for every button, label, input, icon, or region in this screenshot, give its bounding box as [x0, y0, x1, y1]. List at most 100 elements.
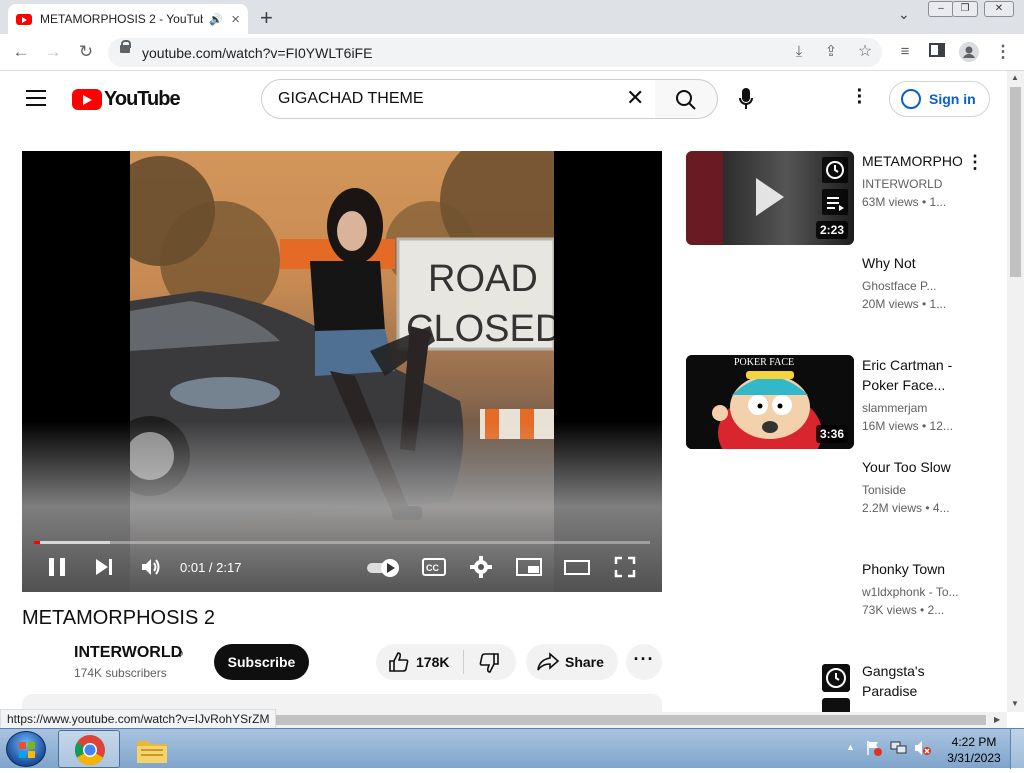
related-meta: 63M views • 1...: [862, 195, 947, 209]
action-center-flag-icon[interactable]: [866, 740, 882, 756]
sign-in-button[interactable]: Sign in: [889, 81, 990, 117]
pause-icon[interactable]: [48, 556, 66, 583]
show-desktop-button[interactable]: [1010, 729, 1024, 769]
related-title[interactable]: METAMORPHOSIS: [862, 151, 962, 171]
related-thumbnail-1[interactable]: 2:23: [686, 151, 854, 245]
chrome-menu-icon[interactable]: ⋮: [992, 42, 1014, 62]
related-channel[interactable]: INTERWORLD: [862, 177, 942, 191]
taskbar-clock[interactable]: 4:22 PM 3/31/2023: [943, 734, 1005, 766]
vertical-scroll-thumb[interactable]: [1010, 87, 1021, 277]
folder-icon: [137, 741, 167, 763]
youtube-favicon-icon: [16, 13, 32, 25]
windows-taskbar: ▲ 4:22 PM 3/31/2023: [0, 728, 1024, 769]
next-icon[interactable]: [94, 556, 114, 583]
music-note-icon: ♪: [178, 646, 184, 660]
add-to-queue-icon[interactable]: [822, 189, 848, 215]
video-duration: 2:23: [815, 221, 848, 239]
share-page-icon[interactable]: ⇪: [820, 42, 842, 62]
browser-tab[interactable]: METAMORPHOSIS 2 - YouTube 🔊 ×: [8, 4, 248, 34]
related-title[interactable]: Phonky Town: [862, 559, 962, 579]
time-display: 0:01 / 2:17: [180, 560, 242, 575]
autoplay-toggle[interactable]: [366, 558, 400, 583]
taskbar-chrome-button[interactable]: [58, 730, 120, 768]
subscribe-button[interactable]: Subscribe: [214, 644, 309, 680]
scroll-right-arrow-icon[interactable]: ▶: [994, 715, 1000, 724]
address-bar[interactable]: youtube.com/watch?v=FI0YWLT6iFE ⤓ ⇪ ☆: [108, 38, 882, 67]
miniplayer-icon[interactable]: [516, 556, 542, 583]
bookmark-star-icon[interactable]: ☆: [854, 42, 876, 62]
watch-later-clock-icon[interactable]: [822, 664, 850, 692]
like-count[interactable]: 178K: [416, 654, 449, 670]
forward-arrow-icon[interactable]: →: [42, 42, 64, 62]
search-icon: [676, 90, 696, 110]
tab-search-chevron-icon[interactable]: ⌄: [898, 6, 910, 23]
search-query-text[interactable]: GIGACHAD THEME: [278, 90, 424, 108]
url-text[interactable]: youtube.com/watch?v=FI0YWLT6iFE: [142, 45, 372, 61]
more-actions-icon[interactable]: ···: [626, 644, 662, 680]
watch-later-clock-icon[interactable]: [822, 157, 848, 183]
play-icon: [756, 178, 784, 216]
clock-time: 4:22 PM: [951, 735, 997, 749]
network-icon[interactable]: [890, 740, 908, 756]
clock-date: 3/31/2023: [947, 751, 1001, 765]
like-divider: [463, 650, 464, 674]
captions-icon[interactable]: CC: [422, 558, 446, 581]
new-tab-button[interactable]: +: [260, 5, 273, 31]
browser-toolbar: ← → ↻ youtube.com/watch?v=FI0YWLT6iFE ⤓ …: [0, 34, 1024, 71]
share-button[interactable]: Share: [526, 644, 618, 680]
related-thumbnail-3[interactable]: POKER FACE 3:36: [686, 355, 854, 449]
channel-name[interactable]: INTERWORLD: [74, 644, 182, 662]
related-channel[interactable]: Ghostface P...: [862, 279, 937, 293]
windows-logo-icon: [19, 742, 35, 758]
search-input[interactable]: GIGACHAD THEME: [261, 79, 656, 119]
clear-search-icon[interactable]: ✕: [626, 86, 644, 110]
taskbar-explorer-button[interactable]: [124, 730, 180, 768]
tray-expand-icon[interactable]: ▲: [846, 742, 855, 752]
volume-muted-icon[interactable]: [914, 740, 932, 756]
close-tab-button[interactable]: ×: [231, 11, 240, 28]
related-channel[interactable]: Toniside: [862, 483, 906, 497]
hamburger-menu-icon[interactable]: [26, 90, 46, 111]
related-title[interactable]: Why Not: [862, 253, 962, 273]
reload-icon[interactable]: ↻: [75, 42, 97, 62]
media-control-icon[interactable]: ≡: [894, 42, 916, 62]
search-button[interactable]: [655, 79, 718, 119]
lock-icon[interactable]: [120, 40, 131, 53]
install-icon[interactable]: ⤓: [788, 42, 810, 62]
thumbs-up-icon[interactable]: [388, 651, 410, 678]
related-title[interactable]: Eric Cartman - Poker Face...: [862, 355, 962, 395]
scroll-down-arrow-icon[interactable]: ▼: [1011, 699, 1019, 708]
theater-mode-icon[interactable]: [564, 556, 590, 583]
back-arrow-icon[interactable]: ←: [10, 42, 32, 62]
scroll-up-arrow-icon[interactable]: ▲: [1011, 73, 1019, 82]
add-to-queue-icon[interactable]: [822, 698, 850, 712]
related-title[interactable]: Your Too Slow: [862, 457, 962, 477]
restore-button[interactable]: ❐: [952, 1, 978, 17]
close-window-button[interactable]: ✕: [984, 1, 1014, 17]
start-button[interactable]: [6, 731, 46, 767]
speaker-icon[interactable]: 🔊: [209, 13, 225, 26]
profile-avatar-icon[interactable]: [958, 42, 980, 67]
related-menu-kebab-icon[interactable]: ⋮: [966, 151, 984, 173]
youtube-logo[interactable]: YouTube: [72, 88, 181, 111]
related-channel[interactable]: slammerjam: [862, 401, 927, 415]
fullscreen-icon[interactable]: [614, 556, 636, 583]
thumbnail-caption: POKER FACE: [734, 357, 794, 368]
minimize-button[interactable]: –: [928, 1, 954, 17]
settings-kebab-icon[interactable]: · · ·: [855, 81, 865, 113]
video-player[interactable]: ROAD CLOSED 0:01 / 2:17 CC: [22, 151, 662, 592]
related-channel[interactable]: w1ldxphonk - To...: [862, 585, 959, 599]
vertical-scrollbar[interactable]: ▲ ▼: [1007, 71, 1024, 712]
volume-icon[interactable]: [140, 556, 162, 583]
thumbs-down-icon[interactable]: [478, 652, 500, 679]
tab-strip: METAMORPHOSIS 2 - YouTube 🔊 × + ⌄ – ❐ ✕: [0, 0, 1024, 34]
share-arrow-icon: [536, 651, 560, 676]
buffer-bar: [34, 541, 110, 544]
microphone-icon[interactable]: [738, 87, 754, 111]
related-title[interactable]: Gangsta's Paradise: [862, 661, 952, 701]
side-panel-icon[interactable]: [926, 42, 948, 63]
like-dislike-group: 178K: [376, 644, 516, 680]
subscriber-count: 174K subscribers: [74, 666, 167, 680]
settings-gear-icon[interactable]: [470, 556, 492, 583]
progress-bar[interactable]: [34, 541, 650, 544]
